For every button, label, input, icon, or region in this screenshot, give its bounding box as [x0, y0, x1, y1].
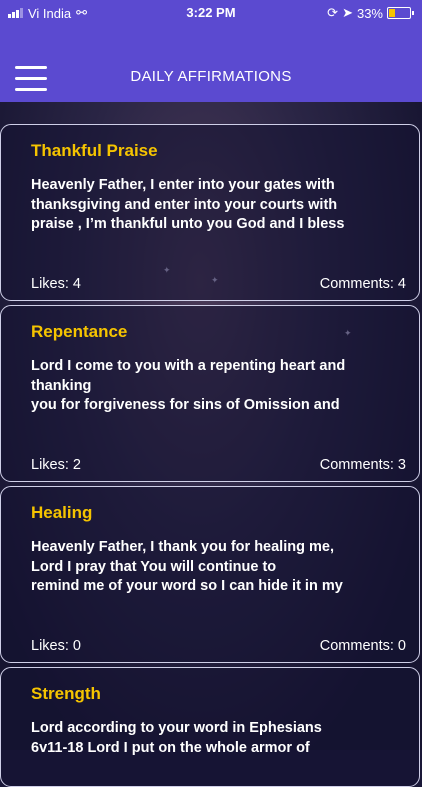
card-title: Thankful Praise	[31, 141, 158, 160]
page-title: DAILY AFFIRMATIONS	[130, 68, 292, 85]
comments-count[interactable]: Comments: 4	[320, 276, 406, 292]
likes-count[interactable]: Likes: 4	[31, 276, 81, 292]
card-body: Lord I come to you with a repenting hear…	[31, 358, 346, 413]
card-title: Healing	[31, 503, 93, 522]
card-title: Repentance	[31, 322, 128, 341]
affirmation-card[interactable]: Thankful Praise Heavenly Father, I enter…	[0, 124, 420, 301]
card-body: Heavenly Father, I thank you for healing…	[31, 539, 343, 594]
app-header: DAILY AFFIRMATIONS	[0, 24, 422, 102]
lock-rotation-icon: ⟳	[327, 5, 339, 20]
card-body: Lord according to your word in Ephesians…	[31, 720, 322, 756]
likes-count[interactable]: Likes: 2	[31, 457, 81, 473]
affirmation-card[interactable]: Healing Heavenly Father, I thank you for…	[0, 486, 420, 663]
comments-count[interactable]: Comments: 0	[320, 638, 406, 654]
card-title: Strength	[31, 684, 101, 703]
likes-count[interactable]: Likes: 0	[31, 638, 81, 654]
battery-tip	[412, 11, 414, 15]
status-bar: Vi India ⚯ 3:22 PM ⟳ ➤ 33%	[0, 0, 422, 24]
battery-icon	[387, 7, 411, 19]
card-body: Heavenly Father, I enter into your gates…	[31, 177, 345, 232]
affirmation-card[interactable]: Strength Lord according to your word in …	[0, 667, 420, 787]
status-right: ⟳ ➤ 33%	[327, 5, 414, 21]
location-icon: ➤	[342, 5, 353, 20]
battery-percent: 33%	[356, 5, 383, 21]
comments-count[interactable]: Comments: 3	[320, 457, 406, 473]
affirmation-card[interactable]: Repentance Lord I come to you with a rep…	[0, 305, 420, 482]
